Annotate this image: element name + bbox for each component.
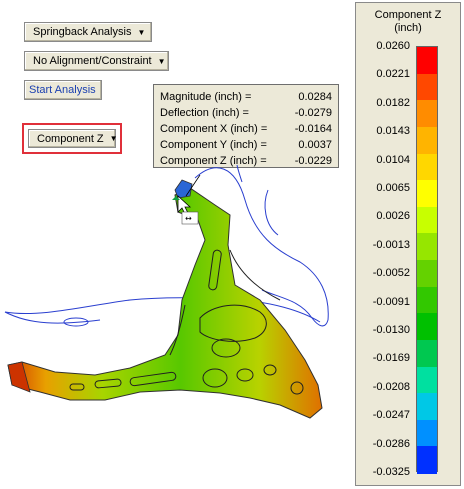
legend-label: -0.0052 bbox=[372, 267, 410, 280]
tooltip-row: Component X (inch) = -0.0164 bbox=[160, 121, 332, 137]
legend-swatch bbox=[417, 313, 437, 341]
legend-swatch bbox=[417, 153, 437, 181]
chevron-down-icon: ▼ bbox=[137, 27, 146, 37]
legend-swatch bbox=[417, 366, 437, 394]
tooltip-row: Magnitude (inch) = 0.0284 bbox=[160, 89, 332, 105]
svg-text:↔: ↔ bbox=[185, 214, 192, 223]
component-dropdown[interactable]: Component Z ▼ bbox=[28, 129, 118, 148]
tooltip-label: Deflection (inch) = bbox=[160, 107, 249, 119]
tooltip-label: Component X (inch) = bbox=[160, 123, 268, 135]
tooltip-row: Deflection (inch) = -0.0279 bbox=[160, 105, 332, 121]
reference-outline bbox=[4, 164, 329, 327]
legend-label: -0.0325 bbox=[372, 466, 410, 478]
tooltip-label: Magnitude (inch) = bbox=[160, 91, 252, 103]
legend-label: 0.0221 bbox=[376, 68, 410, 81]
legend-label: -0.0013 bbox=[372, 238, 410, 251]
legend-swatch bbox=[417, 260, 437, 288]
start-analysis-label: Start Analysis bbox=[29, 84, 96, 96]
legend-label: 0.0104 bbox=[376, 153, 410, 166]
component-label: Component Z bbox=[37, 132, 104, 145]
legend-swatch bbox=[417, 47, 437, 75]
legend-swatch bbox=[417, 446, 437, 474]
legend-swatch bbox=[417, 100, 437, 128]
tooltip-value: 0.0284 bbox=[298, 91, 332, 103]
legend-title-line: Component Z bbox=[374, 9, 442, 21]
legend-swatch bbox=[417, 393, 437, 421]
part-model bbox=[7, 179, 323, 419]
legend-label: -0.0130 bbox=[372, 324, 410, 336]
legend-label: -0.0208 bbox=[372, 380, 410, 393]
chevron-down-icon: ▼ bbox=[109, 134, 118, 143]
legend-title: Component Z (inch) bbox=[356, 9, 460, 35]
chevron-down-icon: ▼ bbox=[157, 56, 166, 66]
legend-swatch bbox=[417, 339, 437, 367]
legend-swatch bbox=[417, 126, 437, 154]
legend-label: 0.0065 bbox=[376, 182, 410, 194]
legend-swatch bbox=[417, 286, 437, 314]
model-viewport[interactable]: ↔ bbox=[0, 150, 350, 489]
legend-label: -0.0247 bbox=[372, 409, 410, 422]
legend-swatch bbox=[417, 73, 437, 101]
legend-label: -0.0091 bbox=[372, 295, 410, 308]
legend-swatch bbox=[417, 233, 437, 261]
legend-label: -0.0286 bbox=[372, 437, 410, 450]
tooltip-value: -0.0164 bbox=[294, 123, 332, 135]
tooltip-value: -0.0279 bbox=[294, 107, 332, 119]
alignment-label: No Alignment/Constraint bbox=[33, 55, 152, 67]
legend-label: 0.0026 bbox=[376, 210, 410, 223]
legend-unit: (inch) bbox=[394, 22, 422, 34]
legend-label: 0.0182 bbox=[376, 96, 410, 109]
legend-label: -0.0169 bbox=[372, 352, 410, 365]
start-analysis-button[interactable]: Start Analysis bbox=[24, 80, 102, 100]
legend-label: 0.0260 bbox=[376, 40, 410, 52]
analysis-type-label: Springback Analysis bbox=[33, 26, 132, 38]
legend-swatch bbox=[417, 419, 437, 447]
color-scale bbox=[416, 46, 438, 474]
analysis-type-dropdown[interactable]: Springback Analysis ▼ bbox=[24, 22, 152, 42]
legend-swatch bbox=[417, 180, 437, 208]
alignment-dropdown[interactable]: No Alignment/Constraint ▼ bbox=[24, 51, 169, 71]
legend-label: 0.0143 bbox=[376, 125, 410, 138]
legend-swatch bbox=[417, 206, 437, 234]
